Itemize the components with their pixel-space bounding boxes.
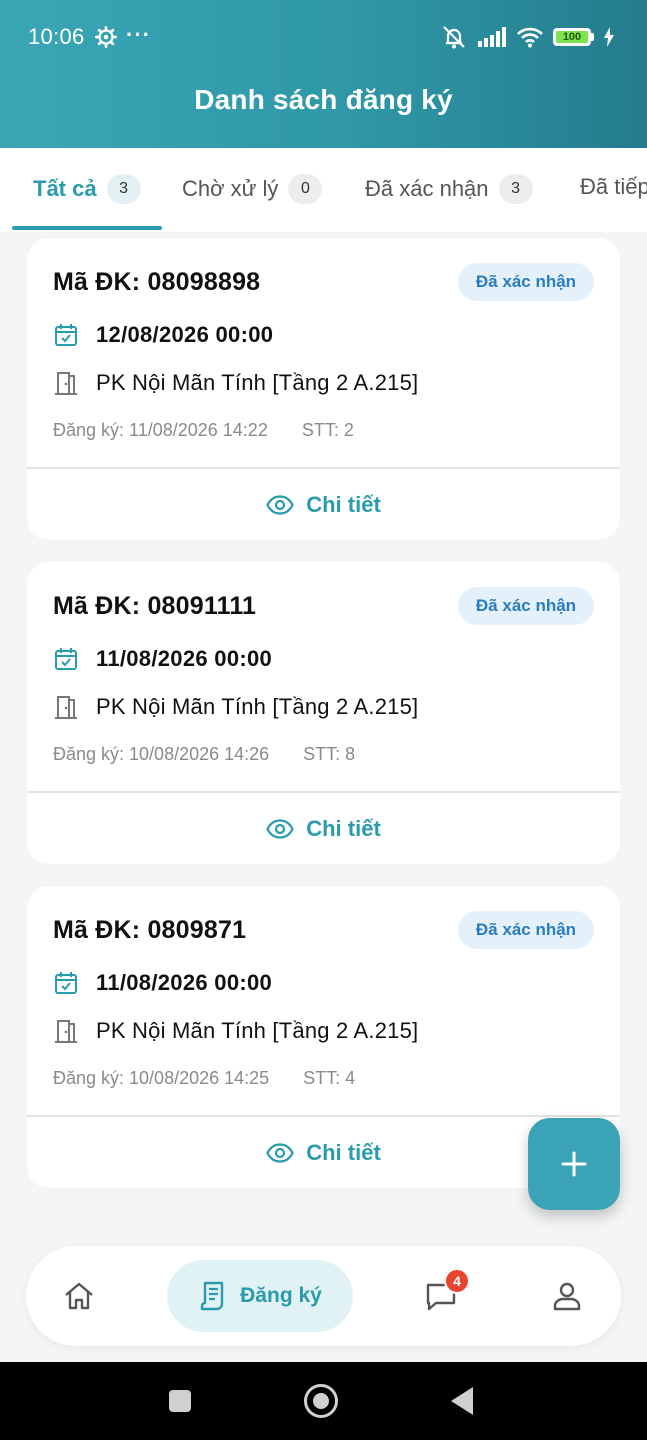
wifi-icon <box>517 27 543 48</box>
clinic-room: PK Nội Mãn Tính [Tầng 2 A.215] <box>96 370 419 395</box>
register-icon <box>200 1281 224 1311</box>
registered-time: Đăng ký: 10/08/2026 14:26 <box>53 744 270 764</box>
nav-register-label: Đăng ký <box>240 1284 322 1307</box>
nav-home[interactable] <box>46 1246 112 1346</box>
appointment-date-row: 11/08/2026 00:00 <box>53 970 272 996</box>
detail-label: Chi tiết <box>306 491 381 517</box>
clinic-room: PK Nội Mãn Tính [Tầng 2 A.215] <box>96 1018 419 1043</box>
system-navigation-bar <box>0 1362 647 1440</box>
status-badge: Đã xác nhận <box>458 911 594 949</box>
charging-bolt-icon <box>604 27 614 47</box>
home-icon <box>65 1282 93 1310</box>
clinic-room-row: PK Nội Mãn Tính [Tầng 2 A.215] <box>53 370 418 396</box>
appointment-date-row: 12/08/2026 00:00 <box>53 322 273 348</box>
message-count-badge: 4 <box>444 1268 470 1294</box>
recent-apps-icon[interactable] <box>169 1390 191 1412</box>
battery-level: 100 <box>556 31 588 43</box>
registration-meta: Đăng ký: 10/08/2026 14:26 STT: 8 <box>53 744 355 765</box>
battery-icon: 100 <box>553 28 594 46</box>
door-icon <box>55 372 77 395</box>
back-button-icon[interactable] <box>451 1387 473 1415</box>
status-time: 10:06 <box>28 24 85 49</box>
bottom-navigation: Đăng ký 4 <box>26 1246 621 1346</box>
detail-label: Chi tiết <box>306 1139 381 1165</box>
nav-messages[interactable] <box>408 1246 474 1346</box>
calendar-check-icon <box>55 324 77 346</box>
tab-label: Tất cả <box>33 176 97 201</box>
tab-count-badge: 0 <box>288 174 323 204</box>
status-badge: Đã xác nhận <box>458 263 594 301</box>
registered-time: Đăng ký: 10/08/2026 14:25 <box>53 1068 270 1088</box>
settings-gear-icon <box>95 26 117 48</box>
registration-card: Mã ĐK: 08091111 Đã xác nhận 11/08/2026 0… <box>27 562 620 864</box>
clinic-room-row: PK Nội Mãn Tính [Tầng 2 A.215] <box>53 694 418 720</box>
plus-icon <box>561 1151 587 1177</box>
tab-label: Chờ xử lý <box>182 176 279 201</box>
more-dots-icon: ··· <box>126 22 151 47</box>
tab-label: Đã tiếp <box>580 174 647 199</box>
eye-icon <box>266 818 294 839</box>
registration-code: Mã ĐK: 08091111 <box>53 592 257 620</box>
queue-number: STT: 2 <box>301 420 354 440</box>
silent-bell-icon <box>443 26 465 49</box>
nav-register[interactable]: Đăng ký <box>167 1260 353 1332</box>
clinic-room-row: PK Nội Mãn Tính [Tầng 2 A.215] <box>53 1018 418 1044</box>
door-icon <box>55 1020 77 1043</box>
active-tab-indicator <box>12 226 162 230</box>
home-button-icon[interactable] <box>304 1384 338 1418</box>
registered-time: Đăng ký: 11/08/2026 14:22 <box>53 420 268 440</box>
tab-label: Đã xác nhận <box>365 176 489 201</box>
profile-icon <box>553 1282 581 1311</box>
registration-code: Mã ĐK: 0809871 <box>53 916 247 944</box>
calendar-check-icon <box>55 972 77 994</box>
add-registration-button[interactable] <box>528 1118 620 1210</box>
appointment-date: 12/08/2026 00:00 <box>96 322 274 347</box>
status-icons: 100 <box>440 24 615 50</box>
registration-meta: Đăng ký: 11/08/2026 14:22 STT: 2 <box>53 420 354 441</box>
app-header: 10:06 ··· 100 Danh sách đăng ký <box>0 0 647 148</box>
status-badge: Đã xác nhận <box>458 587 594 625</box>
registration-code: Mã ĐK: 08098898 <box>53 268 261 296</box>
tab-pending[interactable]: Chờ xử lý 0 <box>182 174 323 204</box>
clinic-room: PK Nội Mãn Tính [Tầng 2 A.215] <box>96 694 419 719</box>
appointment-date: 11/08/2026 00:00 <box>96 646 273 671</box>
appointment-date-row: 11/08/2026 00:00 <box>53 646 272 672</box>
signal-icon <box>478 27 506 47</box>
page-title: Danh sách đăng ký <box>194 84 453 115</box>
eye-icon <box>266 1142 294 1163</box>
door-icon <box>55 696 77 719</box>
calendar-check-icon <box>55 648 77 670</box>
detail-button[interactable]: Chi tiết <box>27 793 620 864</box>
tab-count-badge: 3 <box>106 174 141 204</box>
tab-count-badge: 3 <box>498 174 533 204</box>
tab-received[interactable]: Đã tiếp <box>580 174 647 200</box>
eye-icon <box>266 494 294 515</box>
registration-card: Mã ĐK: 08098898 Đã xác nhận 12/08/2026 0… <box>27 238 620 540</box>
filter-tabs: Tất cả 3 Chờ xử lý 0 Đã xác nhận 3 Đã ti… <box>0 148 647 232</box>
status-bar: 10:06 ··· 100 <box>0 0 647 74</box>
tab-all[interactable]: Tất cả 3 <box>33 174 141 204</box>
tab-confirmed[interactable]: Đã xác nhận 3 <box>365 174 533 204</box>
detail-label: Chi tiết <box>306 815 381 841</box>
appointment-date: 11/08/2026 00:00 <box>96 970 273 995</box>
nav-profile[interactable] <box>534 1246 600 1346</box>
detail-button[interactable]: Chi tiết <box>27 469 620 540</box>
queue-number: STT: 8 <box>303 744 356 764</box>
queue-number: STT: 4 <box>303 1068 356 1088</box>
registration-meta: Đăng ký: 10/08/2026 14:25 STT: 4 <box>53 1068 355 1089</box>
